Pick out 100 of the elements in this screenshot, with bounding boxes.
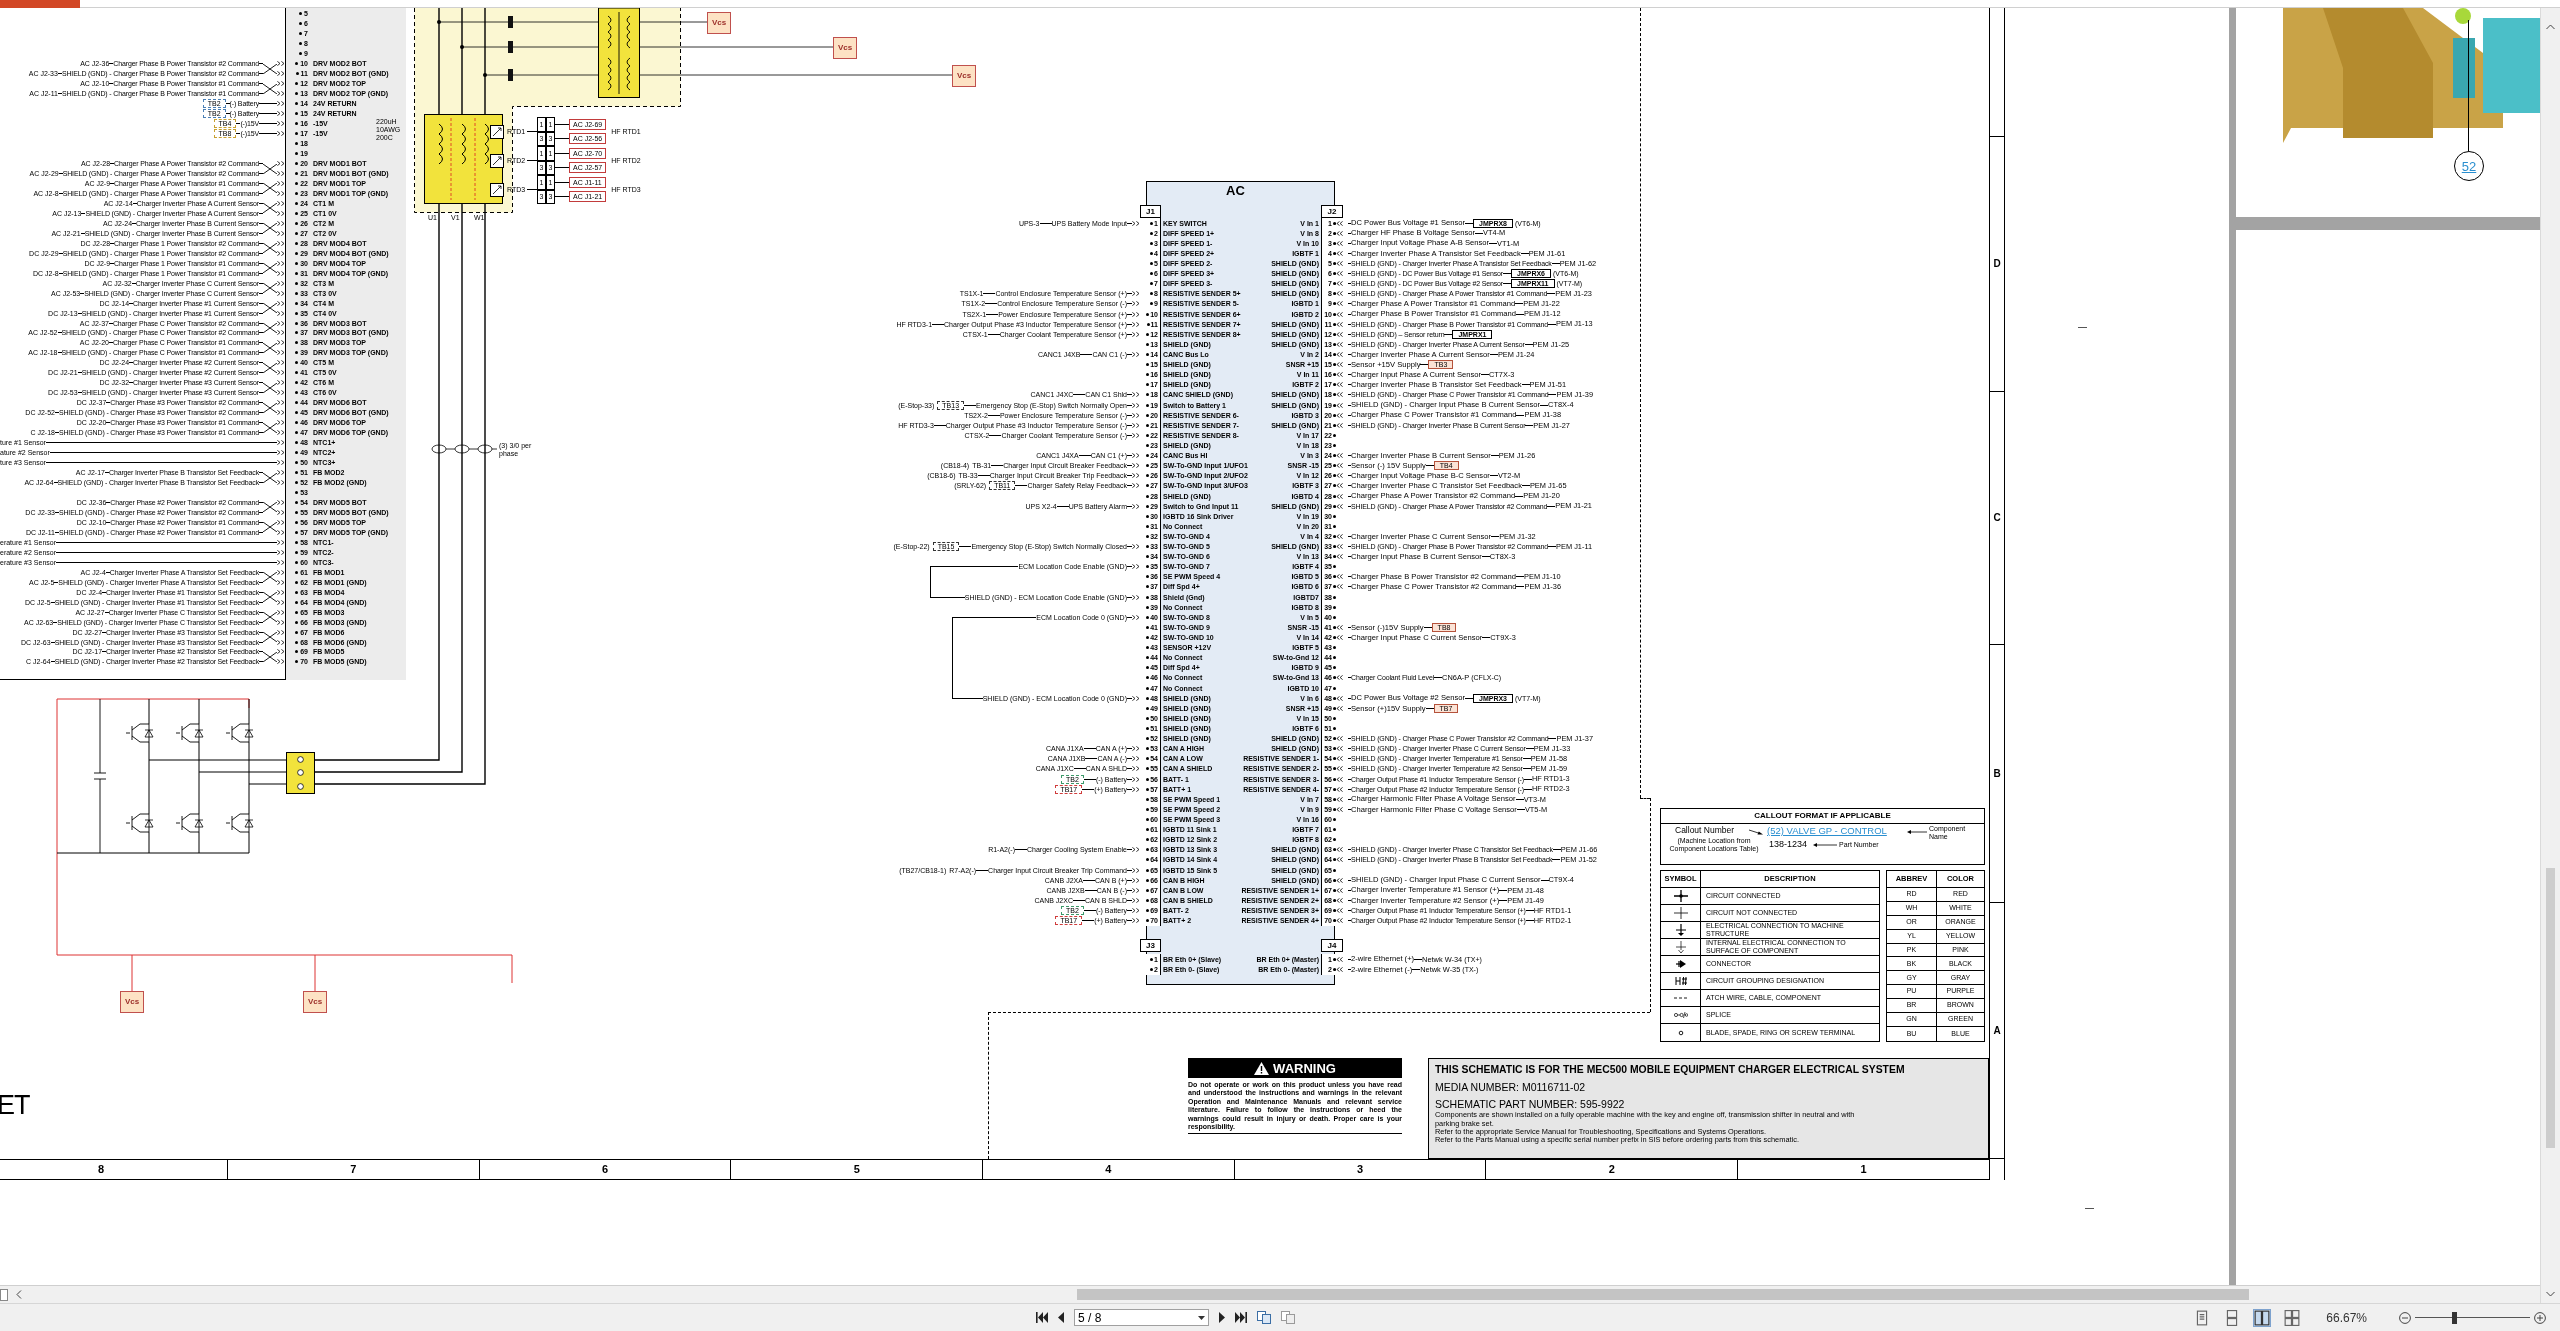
pin-dot-icon <box>1146 747 1150 751</box>
panel-toggle[interactable] <box>0 1288 8 1301</box>
pin-dot-icon <box>1333 868 1336 872</box>
pin-dot-icon <box>295 132 299 136</box>
component-name-link[interactable]: (52) VALVE GP - CONTROL <box>1767 826 1887 836</box>
part-number-example: 138-1234 <box>1769 840 1808 849</box>
pin-dot-icon <box>295 162 299 165</box>
pin-dot-icon <box>1146 595 1150 599</box>
pin-dot-icon <box>1146 777 1150 781</box>
pin-dot-icon <box>1333 565 1336 569</box>
pin-dot-icon <box>295 291 299 295</box>
previous-page-icon[interactable] <box>1058 1312 1064 1323</box>
pin-dot-icon <box>1146 514 1150 518</box>
pin-dot-icon <box>295 211 299 215</box>
pages-icon[interactable] <box>1257 1311 1271 1324</box>
pin-dot-icon <box>295 62 299 66</box>
connector-header: J2 <box>1321 205 1343 218</box>
pin-dot-icon <box>295 112 299 116</box>
next-page-icon[interactable] <box>1219 1312 1225 1323</box>
connector-pin-icon <box>277 649 285 655</box>
pages-icon[interactable] <box>1281 1311 1295 1324</box>
zoom-slider-thumb[interactable] <box>2452 1311 2458 1324</box>
media-number: MEDIA NUMBER: M0116711-02 <box>1435 1082 1587 1093</box>
connector-pin-icon <box>277 519 285 525</box>
pin-dot-icon <box>295 361 299 365</box>
pin-dot-icon <box>295 261 299 265</box>
callout-link[interactable]: 52 <box>2454 151 2484 181</box>
column-label: 2 <box>1608 1164 1615 1175</box>
pin-dot-icon <box>1146 433 1150 437</box>
legend-heading: CALLOUT FORMAT IF APPLICABLE <box>1661 809 1984 824</box>
pin-dot-icon <box>1146 322 1150 326</box>
pin-dot-icon <box>1146 656 1150 660</box>
pin-dot-icon <box>1150 272 1154 276</box>
connector-pin-icon <box>277 589 285 595</box>
column-label: 3 <box>1357 1164 1364 1175</box>
connector-pin-icon <box>1333 584 1343 590</box>
scrollbar-thumb[interactable] <box>1077 1289 2249 1300</box>
pin-dot-icon <box>1146 403 1150 407</box>
connector-pin-icon <box>277 619 285 625</box>
first-page-icon[interactable] <box>1036 1312 1048 1323</box>
connector-pin-icon <box>277 460 285 466</box>
column-label: 4 <box>1105 1164 1112 1175</box>
sense-wire <box>639 21 708 23</box>
connector-pin-icon <box>1333 261 1343 266</box>
connector-pin-icon <box>277 121 285 127</box>
pin-dot-icon <box>1150 282 1154 286</box>
pin-dot-icon <box>1150 292 1154 296</box>
pin-dot-icon <box>295 461 299 465</box>
pin-dot-icon <box>295 321 299 325</box>
warning-icon <box>1254 1061 1270 1075</box>
connector-pin-icon <box>277 470 285 476</box>
pin-dot-icon <box>1146 706 1150 710</box>
connector-pin-icon <box>277 340 285 346</box>
page-layout-icon[interactable] <box>2284 1309 2301 1326</box>
pin-dot-icon <box>1146 757 1150 761</box>
page-number-field[interactable]: 5 / 8 <box>1074 1309 1209 1326</box>
pin-dot-icon <box>295 72 299 76</box>
dropdown-caret-icon[interactable] <box>1198 1315 1205 1320</box>
connector-pin-icon <box>277 330 285 336</box>
schematic-title: THIS SCHEMATIC IS FOR THE MEC500 MOBILE EQUIPMENT CHARGER ELECTRICAL SYSTEM <box>1435 1065 1906 1076</box>
ground-icon <box>1673 941 1688 953</box>
connector-header: J1 <box>1140 205 1161 218</box>
pin-dot-icon <box>295 560 299 564</box>
zoom-out-icon[interactable] <box>2399 1311 2411 1324</box>
pin-dot-icon <box>1146 605 1150 609</box>
pin-dot-icon <box>295 181 299 185</box>
connector-pin-icon <box>277 220 285 226</box>
pin-dot-icon <box>1333 433 1336 437</box>
warning-title: WARNING <box>1273 1061 1336 1075</box>
pin-dot-icon <box>1333 716 1336 720</box>
pin-dot-icon <box>1146 373 1150 377</box>
pin-dot-icon <box>1146 494 1150 498</box>
pin-dot-icon <box>1333 646 1336 650</box>
pin-dot-icon <box>295 411 299 415</box>
pin-dot-icon <box>299 22 303 26</box>
pin-dot-icon <box>1146 363 1150 367</box>
pin-dot-icon <box>1333 656 1336 660</box>
zoom-slider[interactable] <box>2415 1311 2530 1324</box>
pin-dot-icon <box>1150 231 1154 235</box>
rtd-sensor-icon <box>490 153 504 168</box>
pin-dot-icon <box>295 92 299 96</box>
scrollbar-thumb[interactable] <box>2546 868 2555 1148</box>
pin-dot-icon <box>1146 504 1150 508</box>
pin-dot-icon <box>1333 666 1336 670</box>
connector-pin-icon <box>277 131 285 137</box>
transducer-box: Vcs <box>833 37 857 59</box>
pin-dot-icon <box>1333 727 1336 730</box>
connector-pin-icon <box>277 549 285 555</box>
connector-pin-icon <box>277 61 285 67</box>
last-page-icon[interactable] <box>1235 1312 1247 1323</box>
zoom-in-icon[interactable] <box>2534 1311 2546 1324</box>
pin-dot-icon <box>1146 454 1150 458</box>
connector-pin-icon <box>277 370 285 376</box>
pin-dot-icon <box>295 431 299 435</box>
pin-dot-icon <box>1333 605 1336 609</box>
zone-label: D <box>1993 259 2001 269</box>
connector-pin-icon <box>277 161 285 166</box>
pin-dot-icon <box>1146 676 1150 680</box>
connector-pin-icon <box>277 290 285 296</box>
page-layout-icon[interactable] <box>2254 1309 2271 1326</box>
